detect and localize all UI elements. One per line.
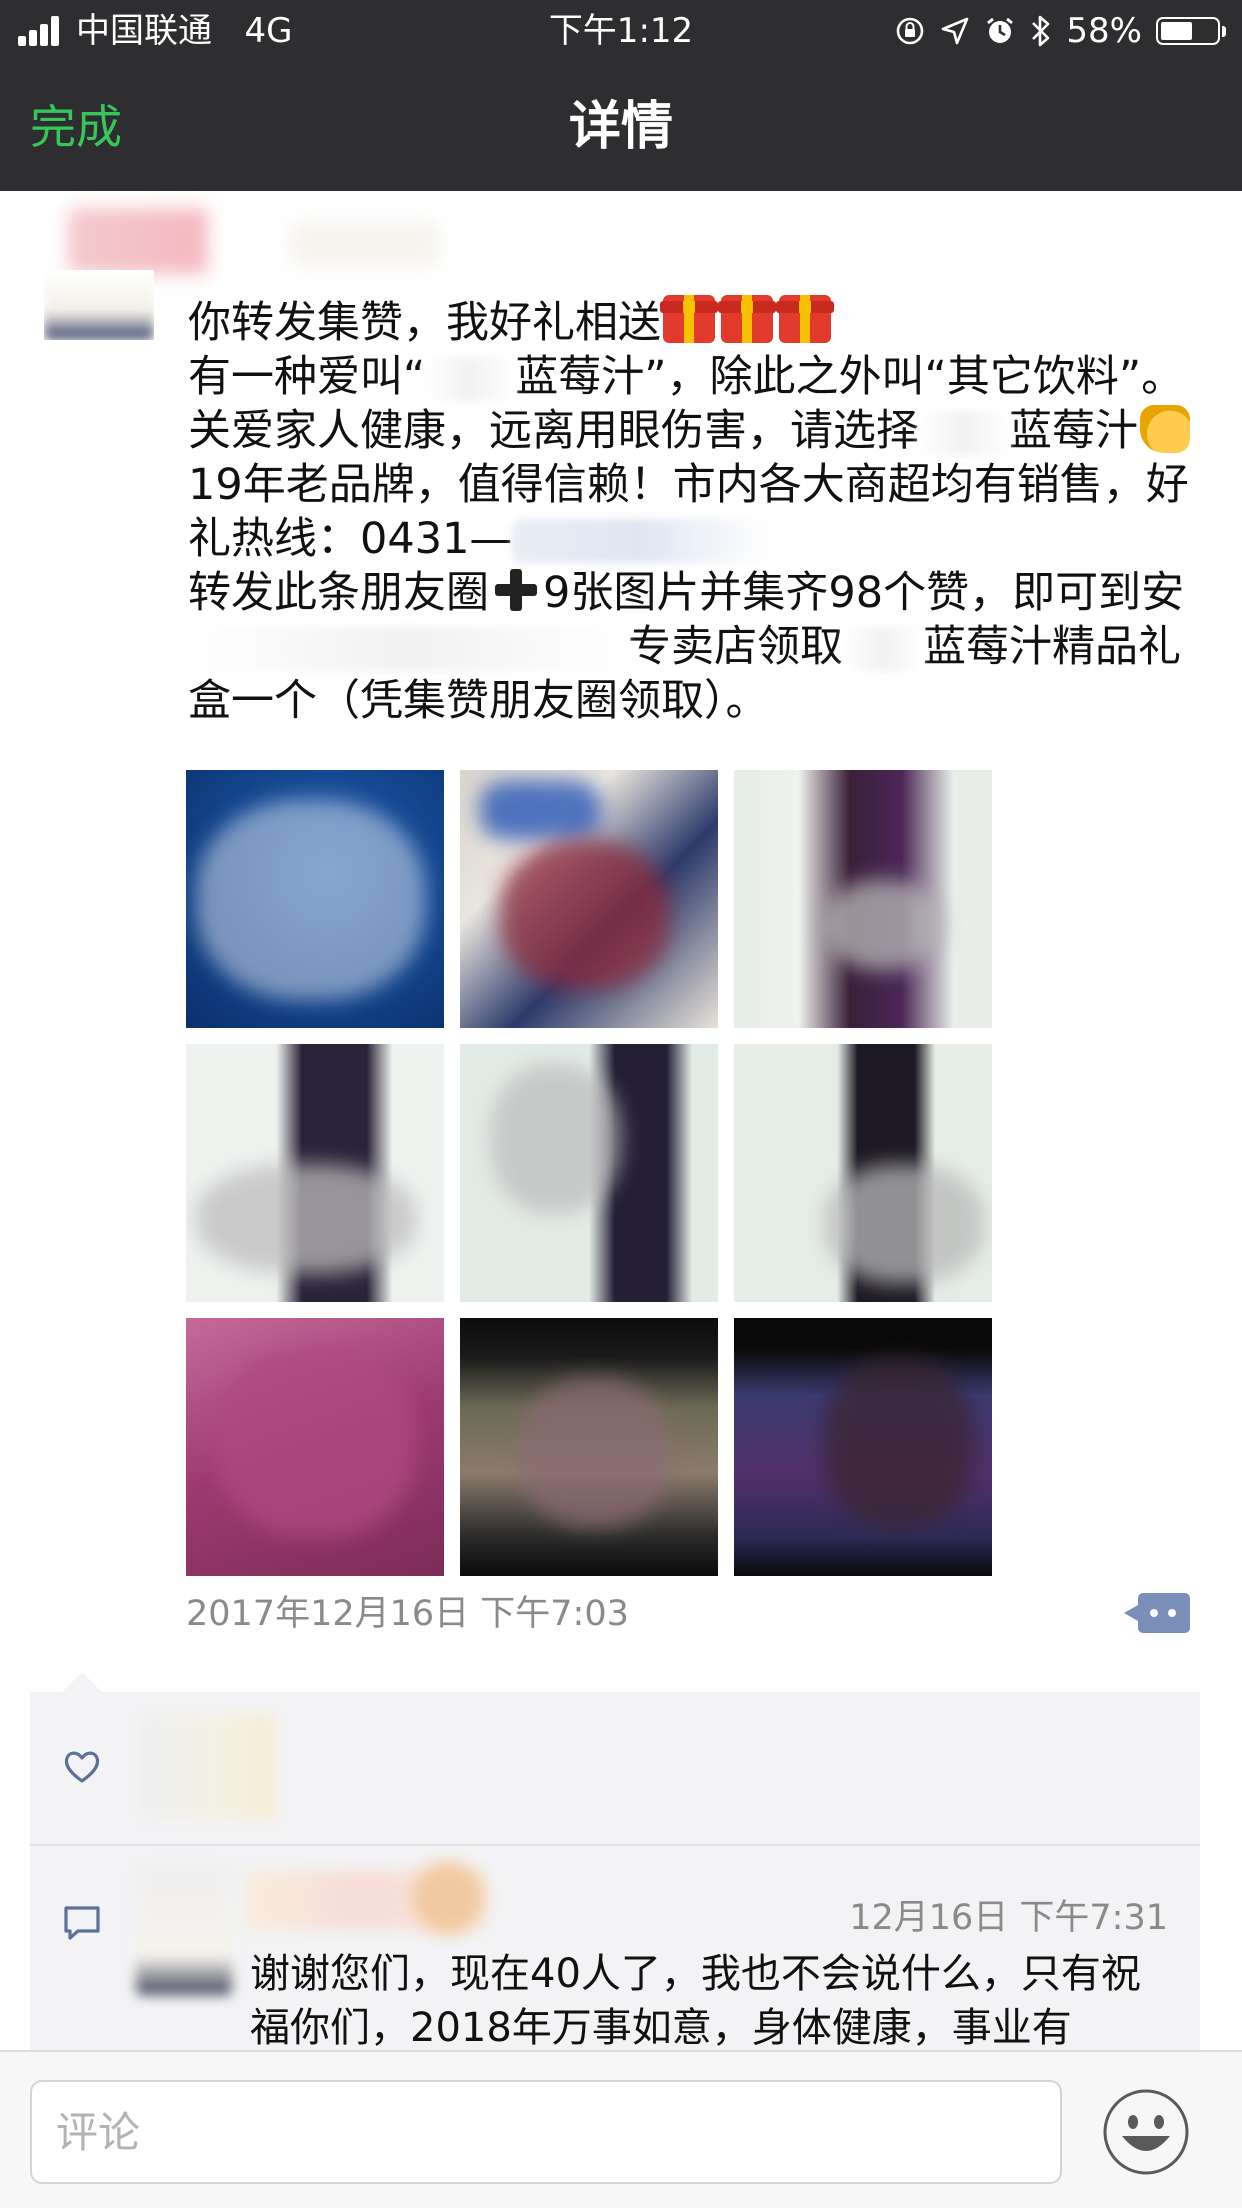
liker-avatar[interactable] [142, 1714, 276, 1820]
commenter-avatar[interactable] [136, 1865, 232, 1995]
post-timestamp: 2017年12月16日 下午7:03 [186, 1594, 629, 1634]
redacted-brand [425, 357, 516, 401]
post-content: 你转发集赞，我好礼相送 有一种爱叫“ 蓝莓汁”，除此之外叫“其它饮料”。关爱家人健… [188, 295, 1218, 728]
status-bar: 中国联通 4G 下午1:12 58% [0, 0, 1242, 62]
redacted-brand [919, 411, 1009, 455]
plus-icon [493, 567, 539, 613]
more-actions-button[interactable] [1124, 1593, 1190, 1633]
comment-input[interactable] [30, 2080, 1062, 2184]
redacted-brand [843, 627, 923, 671]
comment-text: 谢谢您们，现在40人了，我也不会说什么，只有祝福你们，2018年万事如意，身体健… [250, 1951, 1141, 2051]
post-line1: 你转发集赞，我好礼相送 [188, 298, 661, 348]
post-line3-c: 专卖店领取 [628, 622, 843, 672]
author-name[interactable] [68, 208, 208, 274]
post-photo-7[interactable] [186, 1318, 444, 1576]
alarm-icon [984, 15, 1016, 47]
post-line2-a: 有一种爱叫“ [188, 352, 426, 402]
gift-icon [776, 295, 834, 343]
divider [30, 1844, 1200, 1846]
smiley-icon [1103, 2089, 1189, 2175]
bluetooth-icon [1030, 14, 1052, 48]
heart-icon [62, 1748, 102, 1788]
emoji-button[interactable] [1102, 2088, 1190, 2176]
post-photo-3[interactable] [734, 770, 992, 1028]
post-photo-5[interactable] [460, 1044, 718, 1302]
post-photo-8[interactable] [460, 1318, 718, 1576]
post-line3-a: 转发此条朋友圈 [188, 568, 489, 618]
top-header: 中国联通 4G 下午1:12 58% 完成 详情 [0, 0, 1242, 191]
comment-timestamp: 12月16日 下午7:31 [849, 1898, 1168, 1938]
battery-percent: 58% [1066, 11, 1142, 51]
post-photo-9[interactable] [734, 1318, 992, 1576]
comment-input-bar [0, 2050, 1242, 2208]
avatar[interactable] [44, 270, 154, 340]
location-icon [940, 16, 970, 46]
gift-icon [718, 295, 776, 343]
gift-icon [660, 295, 718, 343]
page-title: 详情 [568, 97, 673, 157]
orientation-lock-icon [894, 15, 926, 47]
post-photo-1[interactable] [186, 770, 444, 1028]
comment-icon [62, 1904, 102, 1946]
post-photo-6[interactable] [734, 1044, 992, 1302]
post-line2-c: 蓝莓汁 [1009, 406, 1138, 456]
post-line3-b: 9张图片并集齐98个赞，即可到安 [543, 568, 1185, 618]
post-photo-4[interactable] [186, 1044, 444, 1302]
post-photo-2[interactable] [460, 770, 718, 1028]
interaction-arrow [62, 1672, 102, 1692]
author-name-extra [290, 222, 440, 266]
redacted-phone [512, 519, 773, 563]
thumbs-up-icon [1140, 405, 1190, 453]
photo-grid [186, 770, 992, 1576]
battery-icon [1156, 17, 1226, 45]
status-icons: 58% [894, 10, 1226, 52]
redacted-store [188, 627, 628, 671]
commenter-name-extra [412, 1862, 484, 1934]
